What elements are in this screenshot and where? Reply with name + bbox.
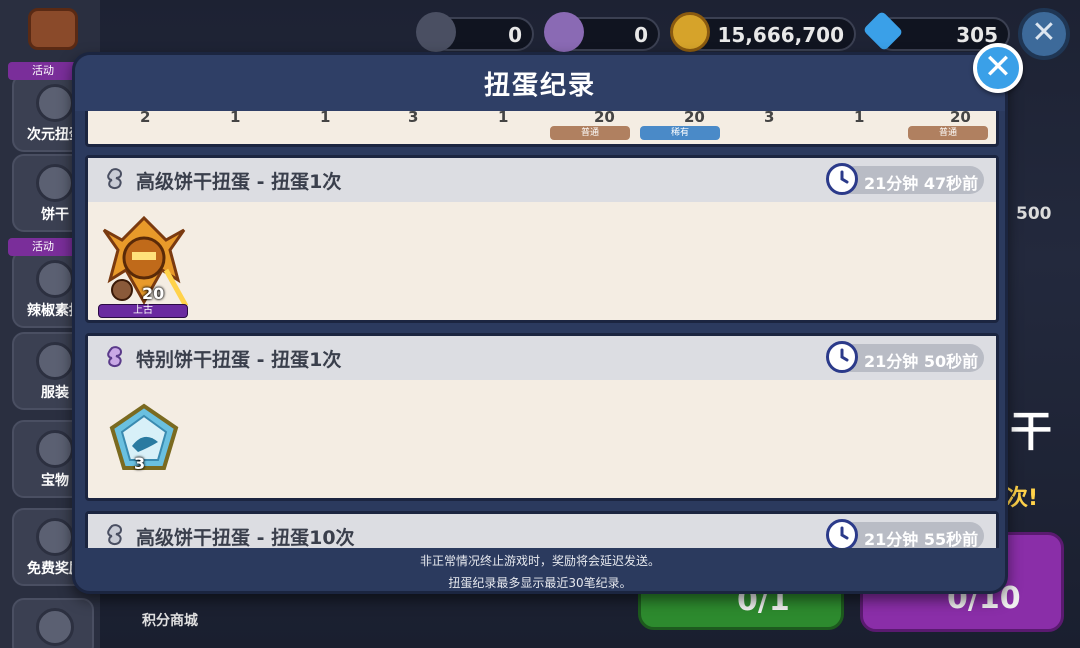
modal-title: 扭蛋纪录 [483,71,596,101]
modal-header: 扭蛋纪录 [75,55,1005,111]
currency-value: 15,666,700 [717,23,844,47]
history-record-partial: 2 1 1 3 1 20 20 3 1 20 普通 稀有 普通 [85,111,999,147]
record-header: 高级饼干扭蛋 - 扭蛋10次 21分钟 55秒前 [88,514,996,548]
background-times-fragment: 次! [1006,486,1039,511]
event-tag: 活动 [8,62,78,80]
record-header: 高级饼干扭蛋 - 扭蛋1次 21分钟 47秒前 [88,158,996,202]
reward-item-cookie[interactable]: 20 上古 [96,210,192,318]
record-title: 高级饼干扭蛋 - 扭蛋1次 [136,171,342,193]
close-screen-button[interactable]: ✕ [1018,8,1070,60]
currency-value: 0 [508,23,522,47]
record-title: 特别饼干扭蛋 - 扭蛋1次 [136,349,342,371]
background-title-fragment: 干 [1010,407,1053,456]
record-time: 21分钟 50秒前 [826,341,984,373]
item-count: 20 [684,111,705,126]
record-time-text: 21分钟 50秒前 [864,352,979,371]
gacha-history-modal: 扭蛋纪录 ✕ 2 1 1 3 1 20 20 3 1 20 普通 稀有 普通 高… [72,43,1023,594]
clock-icon [826,163,858,195]
history-record: 高级饼干扭蛋 - 扭蛋1次 21分钟 47秒前 20 上古 [85,155,999,323]
gacha-icon [36,608,74,646]
coin-icon [670,12,710,52]
modal-close-button[interactable]: ✕ [973,43,1023,93]
background-text-500: 500 [1016,204,1052,224]
gift-icon [36,518,74,556]
event-tag: 活动 [8,238,78,256]
shirt-icon [36,342,74,380]
record-time-text: 21分钟 55秒前 [864,530,979,548]
rarity-badge: 普通 [908,126,988,140]
hexagon-icon [36,430,74,468]
soulstone-dark-icon [416,12,456,52]
item-count: 20 [142,284,165,303]
history-list[interactable]: 2 1 1 3 1 20 20 3 1 20 普通 稀有 普通 高级饼干扭蛋 -… [83,111,1001,548]
record-time-text: 21分钟 47秒前 [864,174,979,193]
item-count: 20 [950,111,971,126]
item-count: 1 [854,111,865,126]
record-title: 高级饼干扭蛋 - 扭蛋10次 [136,527,355,548]
rarity-badge: 普通 [550,126,630,140]
record-time: 21分钟 47秒前 [826,163,984,195]
clock-icon [826,341,858,373]
special-gacha-icon [107,346,123,368]
rarity-badge: 稀有 [640,126,720,140]
clock-icon [826,519,858,548]
record-header: 特别饼干扭蛋 - 扭蛋1次 21分钟 50秒前 [88,336,996,380]
history-record: 高级饼干扭蛋 - 扭蛋10次 21分钟 55秒前 [85,511,999,548]
reward-item-crystal[interactable]: 3 [108,402,182,476]
soulstone-purple-icon [544,12,584,52]
home-icon[interactable] [28,8,78,50]
points-shop-label[interactable]: 积分商城 [142,610,198,630]
gacha-icon [36,84,74,122]
history-record: 特别饼干扭蛋 - 扭蛋1次 21分钟 50秒前 3 [85,333,999,501]
item-count: 1 [230,111,241,126]
record-time: 21分钟 55秒前 [826,519,984,548]
currency-value: 0 [634,23,648,47]
rarity-badge-ancient: 上古 [98,304,188,318]
cookie-gacha-icon [107,524,123,546]
modal-footer: 非正常情况终止游戏时，奖励将会延迟发送。 扭蛋纪录最多显示最近30笔纪录。 [75,550,1005,594]
close-icon: ✕ [983,47,1013,87]
item-count: 1 [498,111,509,126]
footer-notice-delay: 非正常情况终止游戏时，奖励将会延迟发送。 [419,554,660,568]
cookie-gacha-icon [107,168,123,190]
gacha-icon [36,164,74,202]
item-count: 3 [134,454,146,473]
item-count: 3 [408,111,419,126]
footer-notice-limit: 扭蛋纪录最多显示最近30笔纪录。 [448,576,632,590]
item-count: 1 [320,111,331,126]
close-icon: ✕ [1031,15,1057,50]
item-count: 2 [140,111,151,126]
sidebar-item-more[interactable] [12,598,94,648]
gacha-icon [36,260,74,298]
item-count: 3 [764,111,775,126]
item-count: 20 [594,111,615,126]
